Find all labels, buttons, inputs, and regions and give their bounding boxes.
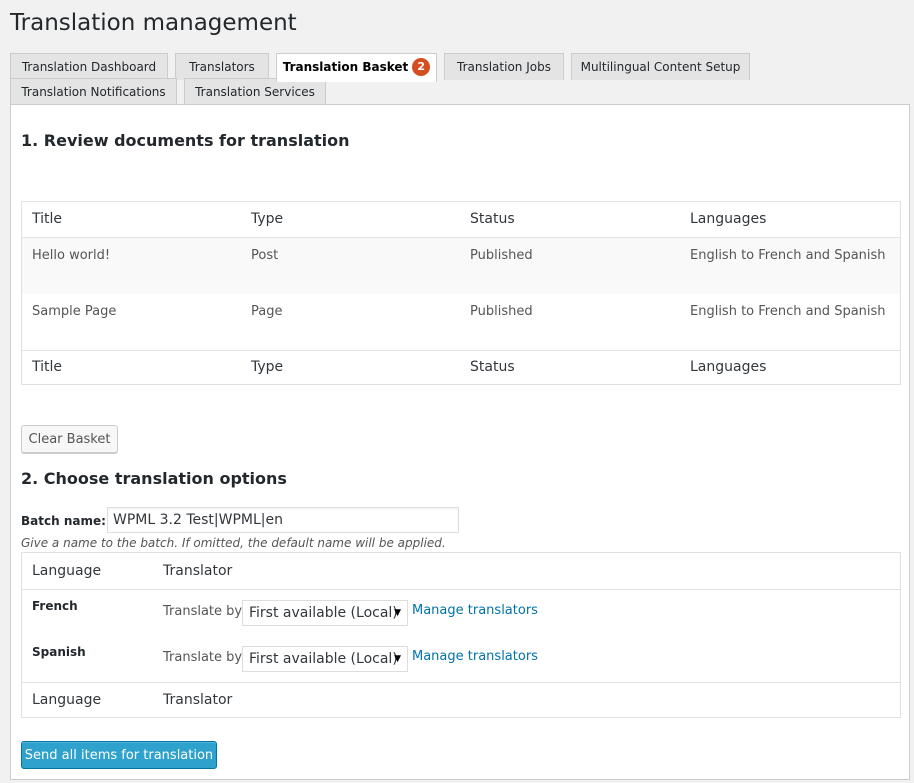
column-header-status: Status [470,211,515,227]
review-heading: 1. Review documents for translation [21,131,350,150]
language-row-french: French Translate by First available (Loc… [22,590,900,636]
translators-table: Language Translator French Translate by … [21,552,901,718]
tab-translation-services[interactable]: Translation Services [184,78,326,105]
send-for-translation-button[interactable]: Send all items for translation [21,741,217,769]
column-header-languages: Languages [690,211,767,227]
table-header: Title Type Status Languages [22,202,900,238]
tab-translation-jobs[interactable]: Translation Jobs [444,53,564,80]
document-status: Published [470,248,533,263]
chevron-down-icon: ▼ [394,654,401,664]
language-name: Spanish [32,645,86,659]
column-header-title: Title [32,211,63,227]
document-title: Hello world! [32,248,111,263]
tab-translation-notifications[interactable]: Translation Notifications [10,78,177,105]
translate-by-label: Translate by [163,604,243,619]
translate-by-label: Translate by [163,650,243,665]
translator-select-french[interactable]: First available (Local) ▼ [242,600,408,626]
table-footer: Title Type Status Languages [22,351,900,384]
column-header-type: Type [251,211,284,227]
tab-label: Multilingual Content Setup [580,60,741,74]
translator-select-value: First available (Local) [249,605,398,621]
document-status: Published [470,304,533,319]
tab-translators[interactable]: Translators [175,53,269,80]
page-title: Translation management [10,10,297,36]
tab-translation-basket[interactable]: Translation Basket 2 [276,53,437,82]
tab-label: Translation Services [195,85,315,99]
manage-translators-link-french[interactable]: Manage translators [412,603,538,618]
table-row: Sample Page Page Published English to Fr… [22,294,900,351]
clear-basket-button[interactable]: Clear Basket [21,425,118,453]
translator-select-spanish[interactable]: First available (Local) ▼ [242,646,408,672]
column-footer-status: Status [470,359,515,375]
document-languages: English to French and Spanish [690,304,886,319]
document-title: Sample Page [32,304,117,319]
tab-translation-dashboard[interactable]: Translation Dashboard [10,53,168,80]
options-heading: 2. Choose translation options [21,469,287,488]
language-name: French [32,599,78,613]
tab-label: Translators [189,60,255,74]
documents-table: Title Type Status Languages Hello world!… [21,201,901,385]
column-footer-title: Title [32,359,63,375]
tab-label: Translation Notifications [21,85,166,99]
tab-label: Translation Jobs [457,60,551,74]
language-row-spanish: Spanish Translate by First available (Lo… [22,636,900,683]
batch-name-label: Batch name: [21,514,106,528]
column-footer-translator: Translator [163,692,233,708]
column-footer-languages: Languages [690,359,767,375]
document-languages: English to French and Spanish [690,248,886,263]
manage-translators-link-spanish[interactable]: Manage translators [412,649,538,664]
tab-label: Translation Basket [282,60,409,74]
column-footer-type: Type [251,359,284,375]
table-header: Language Translator [22,553,900,590]
chevron-down-icon: ▼ [394,608,401,618]
batch-name-input[interactable] [107,507,459,533]
column-footer-language: Language [32,692,102,708]
batch-name-hint: Give a name to the batch. If omitted, th… [21,536,446,550]
tab-multilingual-content-setup[interactable]: Multilingual Content Setup [571,53,750,80]
translator-select-value: First available (Local) [249,651,398,667]
column-header-translator: Translator [163,563,233,579]
tab-label: Translation Dashboard [21,60,157,74]
document-type: Page [251,304,283,319]
document-type: Post [251,248,279,263]
column-header-language: Language [32,563,102,579]
table-footer: Language Translator [22,683,900,717]
table-row: Hello world! Post Published English to F… [22,238,900,294]
basket-count-badge: 2 [412,58,431,76]
